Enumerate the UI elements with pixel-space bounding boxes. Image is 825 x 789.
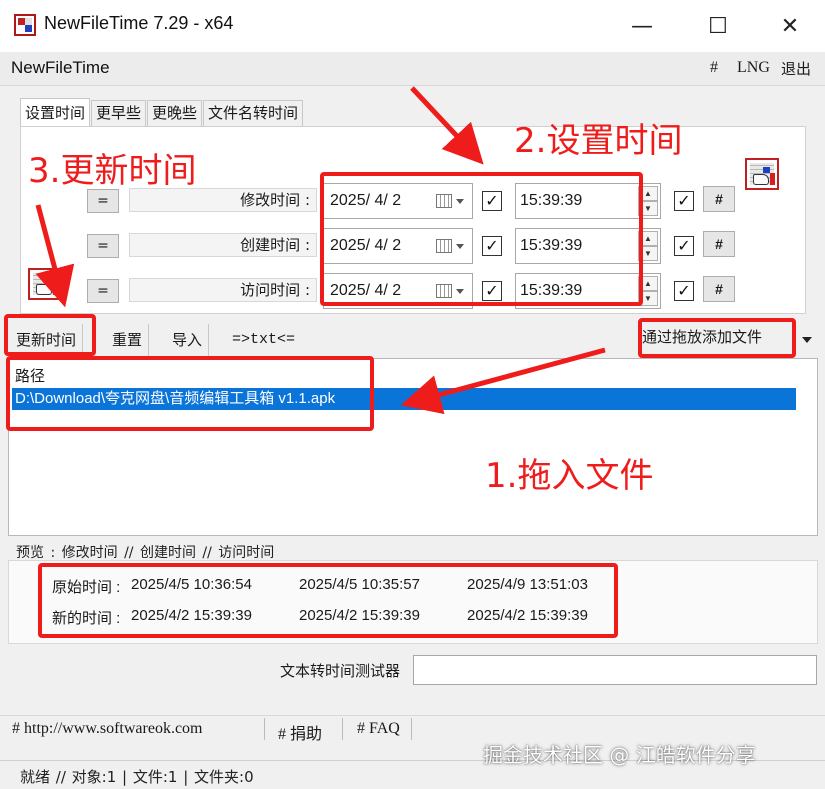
annotation-arrows (35, 86, 606, 415)
arrow-step-1 (400, 347, 606, 415)
arrow-step-3 (35, 204, 75, 308)
arrow-step-2 (410, 86, 484, 165)
